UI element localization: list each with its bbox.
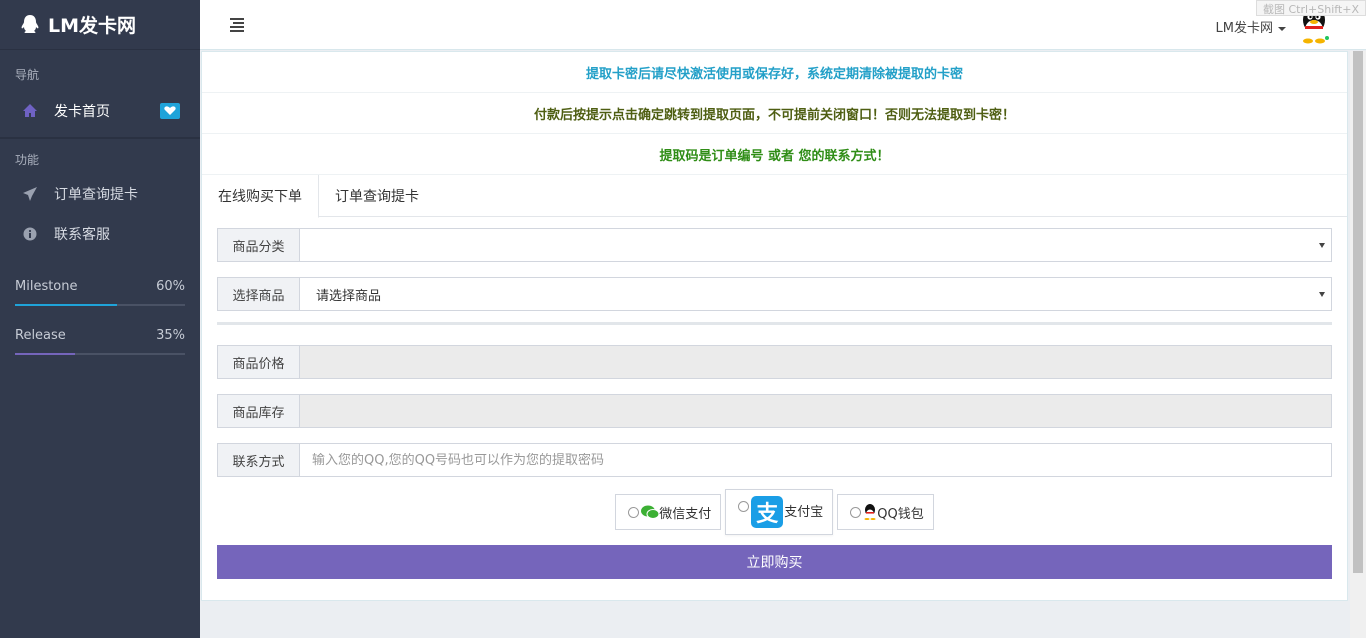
- payment-options: 微信支付 支 支付宝 QQ钱包: [217, 489, 1332, 535]
- progress-label: Milestone: [15, 279, 78, 294]
- online-status-dot: [1324, 35, 1330, 41]
- contact-field: 联系方式: [217, 443, 1332, 477]
- product-value: 请选择商品: [316, 288, 382, 304]
- info-icon: [22, 226, 38, 242]
- brand-title: LM发卡网: [48, 15, 137, 37]
- product-label: 选择商品: [217, 277, 299, 311]
- user-name: LM发卡网: [1215, 21, 1273, 36]
- sidebar-divider: [0, 137, 200, 139]
- select-arrow-icon: [1319, 292, 1325, 297]
- pay-alipay[interactable]: 支 支付宝: [725, 489, 834, 535]
- pay-qqwallet[interactable]: QQ钱包: [837, 494, 934, 530]
- progress-value: 60%: [156, 279, 185, 294]
- user-menu[interactable]: LM发卡网: [1216, 17, 1286, 36]
- top-header: LM发卡网 截图 Ctrl+Shift+X: [200, 0, 1366, 50]
- qq-penguin-logo-icon: [21, 14, 39, 33]
- stock-input: [299, 394, 1332, 428]
- progress-fill: [15, 304, 117, 306]
- sidebar-item-label: 联系客服: [54, 227, 110, 243]
- notice-code: 提取码是订单编号 或者 您的联系方式！: [202, 134, 1347, 175]
- sidebar: LM发卡网 导航 发卡首页 功能 订单查询提卡 联系客服 Milestone 6…: [0, 0, 200, 638]
- page-scrollbar[interactable]: [1350, 51, 1366, 638]
- form-separator: [217, 322, 1332, 325]
- menu-toggle-icon[interactable]: [230, 18, 244, 32]
- sidebar-item-label: 发卡首页: [54, 104, 110, 120]
- tab-bar: 在线购买下单 订单查询提卡: [202, 175, 1347, 218]
- category-label: 商品分类: [217, 228, 299, 262]
- buy-now-button[interactable]: 立即购买: [217, 545, 1332, 579]
- qq-penguin-icon: [864, 504, 876, 520]
- sidebar-item-home[interactable]: 发卡首页: [0, 91, 200, 131]
- tab-online-purchase[interactable]: 在线购买下单: [202, 175, 319, 218]
- heart-icon: [160, 103, 180, 119]
- caret-down-icon: [1278, 26, 1286, 31]
- nav-section-title: 功能: [15, 153, 40, 167]
- pay-label: 支付宝: [784, 504, 824, 520]
- wechat-icon: [641, 505, 660, 519]
- radio-button[interactable]: [850, 506, 862, 518]
- purchase-form: 商品分类 选择商品 请选择商品 商品价格 商品库存 联系方式 输入您的QQ,您的…: [202, 217, 1347, 579]
- select-arrow-icon: [1319, 243, 1325, 248]
- sidebar-item-order-query[interactable]: 订单查询提卡: [0, 174, 200, 214]
- sidebar-item-label: 订单查询提卡: [54, 187, 138, 203]
- stock-label: 商品库存: [217, 394, 299, 428]
- brand[interactable]: LM发卡网: [0, 0, 200, 50]
- send-icon: [22, 186, 38, 202]
- alipay-icon: 支: [751, 496, 784, 528]
- main-panel: 提取卡密后请尽快激活使用或保存好，系统定期清除被提取的卡密 付款后按提示点击确定…: [201, 51, 1348, 601]
- product-select[interactable]: 请选择商品: [299, 277, 1332, 311]
- pay-label: QQ钱包: [877, 506, 924, 522]
- stock-field: 商品库存: [217, 394, 1332, 428]
- radio-button[interactable]: [628, 506, 640, 518]
- notice-payment: 付款后按提示点击确定跳转到提取页面，不可提前关闭窗口！否则无法提取到卡密！: [202, 93, 1347, 134]
- product-field: 选择商品 请选择商品: [217, 277, 1332, 311]
- pay-wechat[interactable]: 微信支付: [615, 494, 722, 530]
- progress-track: [15, 304, 185, 306]
- progress-track: [15, 353, 185, 355]
- category-select[interactable]: [299, 228, 1332, 262]
- price-label: 商品价格: [217, 345, 299, 379]
- progress-milestone: Milestone 60%: [0, 279, 200, 306]
- home-icon: [22, 103, 38, 119]
- radio-button[interactable]: [738, 500, 750, 512]
- contact-field-wrap: [299, 443, 1332, 477]
- category-field: 商品分类: [217, 228, 1332, 262]
- progress-label: Release: [15, 328, 66, 343]
- price-input: [299, 345, 1332, 379]
- pay-label: 微信支付: [659, 506, 712, 522]
- contact-label: 联系方式: [217, 443, 299, 477]
- progress-fill: [15, 353, 75, 355]
- progress-release: Release 35%: [0, 328, 200, 355]
- scroll-thumb[interactable]: [1353, 51, 1363, 573]
- progress-value: 35%: [156, 328, 185, 343]
- contact-input[interactable]: [312, 452, 1331, 468]
- nav-section-title: 导航: [15, 68, 40, 82]
- sidebar-item-support[interactable]: 联系客服: [0, 214, 200, 254]
- price-field: 商品价格: [217, 345, 1332, 379]
- tab-order-query[interactable]: 订单查询提卡: [319, 175, 435, 216]
- notice-extract: 提取卡密后请尽快激活使用或保存好，系统定期清除被提取的卡密: [202, 52, 1347, 93]
- screenshot-hint: 截图 Ctrl+Shift+X: [1255, 0, 1366, 16]
